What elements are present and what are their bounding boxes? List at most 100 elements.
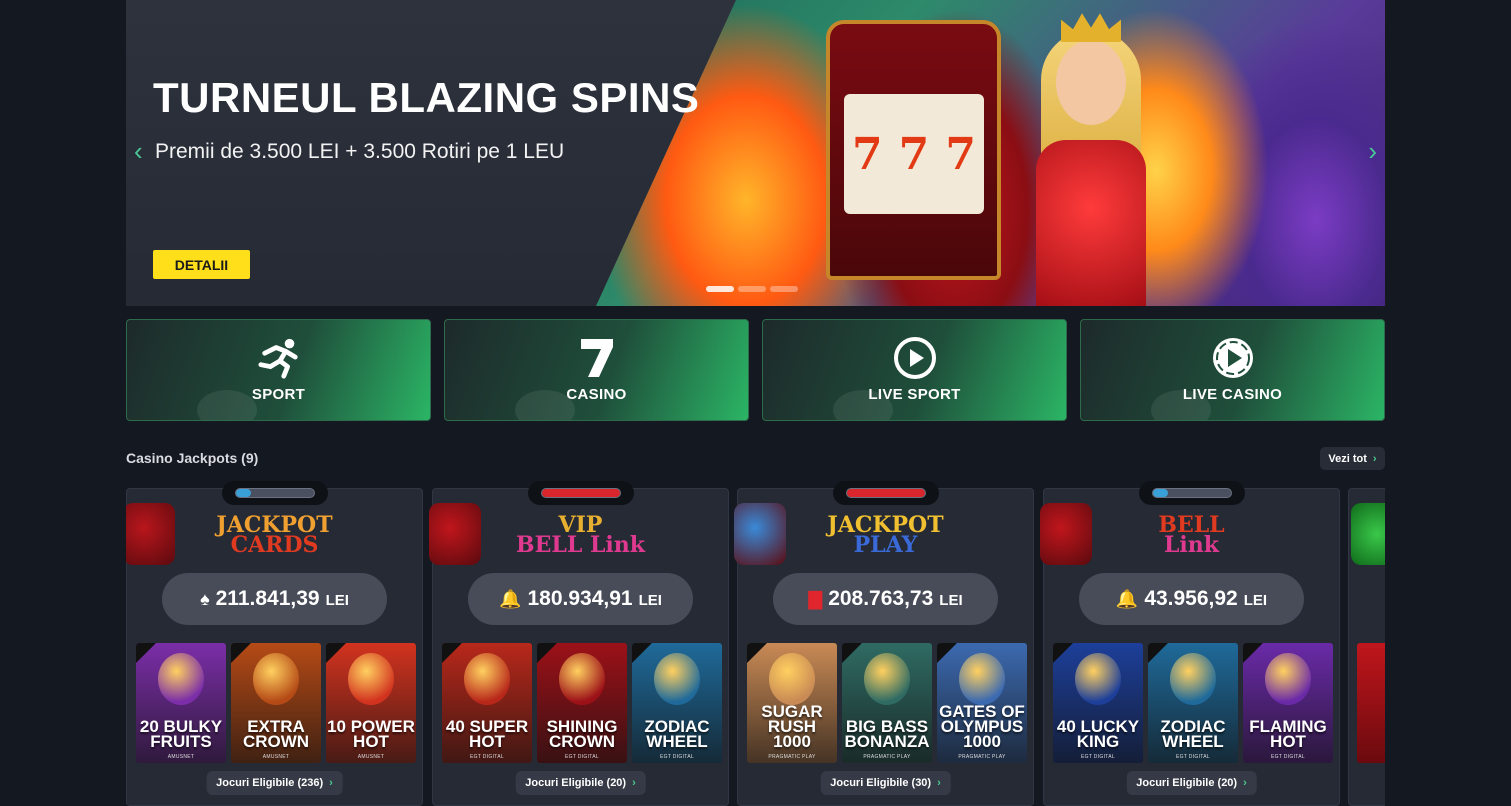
jackpot-card[interactable]: JACKPOT CARDS ♠ 211.841,39 LEI 20 BULKY … <box>126 481 423 806</box>
game-title: GATES OF OLYMPUS 1000 <box>939 702 1025 751</box>
game-art <box>253 653 299 705</box>
jackpot-currency: LEI <box>939 592 963 609</box>
game-provider: AMUSNET <box>357 754 385 760</box>
section-title: Casino Jackpots (9) <box>126 450 259 466</box>
category-sport[interactable]: SPORT <box>126 319 431 421</box>
play-icon <box>1211 336 1255 380</box>
see-all-button[interactable]: Vezi tot › <box>1320 447 1385 470</box>
game-provider: EGT DIGITAL <box>1081 754 1115 760</box>
eligible-games-label: Jocuri Eligibile (236) <box>216 777 324 789</box>
game-badge <box>136 643 156 663</box>
game-badge <box>1243 643 1263 663</box>
chevron-right-icon: › <box>632 777 636 789</box>
eligible-games-button[interactable]: Jocuri Eligibile (30) › <box>820 771 951 795</box>
game-badge <box>937 643 957 663</box>
game-title: 40 LUCKY KING <box>1056 717 1140 751</box>
eligible-games-button[interactable]: Jocuri Eligibile (236) › <box>206 771 343 795</box>
game-tile[interactable]: SUGAR RUSH 1000 PRAGMATIC PLAY <box>747 643 837 763</box>
game-tile[interactable]: 40 SUPER HOT EGT DIGITAL <box>442 643 532 763</box>
game-tile[interactable]: ZODIAC WHEEL EGT DIGITAL <box>632 643 722 763</box>
eligible-games-button[interactable]: Jocuri Eligibile (20) › <box>1126 771 1257 795</box>
jackpot-value: 208.763,73 <box>828 587 934 610</box>
category-label: LIVE CASINO <box>1182 386 1283 403</box>
game-provider: AMUSNET <box>167 754 195 760</box>
category-live-casino[interactable]: LIVE CASINO <box>1080 319 1385 421</box>
jackpot-currency: LEI <box>638 592 662 609</box>
jackpot-games: SUGAR RUSH 1000 PRAGMATIC PLAY BIG BASS … <box>747 643 1027 763</box>
spade-icon: ♠ <box>200 588 210 609</box>
game-tile[interactable]: GATES OF OLYMPUS 1000 PRAGMATIC PLAY <box>937 643 1027 763</box>
jackpot-card[interactable]: VIP BELL Link 🔔 180.934,91 LEI 40 SUPER … <box>429 481 729 806</box>
game-art <box>1170 653 1216 705</box>
hero-subtitle: Premii de 3.500 LEI + 3.500 Rotiri pe 1 … <box>155 140 565 163</box>
game-tile[interactable]: ZODIAC WHEEL EGT DIGITAL <box>1148 643 1238 763</box>
carousel-dots <box>706 286 798 292</box>
running-icon <box>257 336 301 380</box>
jackpot-amount: 🔔 43.956,92 LEI <box>1079 573 1304 625</box>
game-badge <box>231 643 251 663</box>
category-casino[interactable]: CASINO <box>444 319 749 421</box>
chevron-left-icon[interactable]: ‹ <box>134 136 143 167</box>
jackpot-games: 20 BULKY FRUITS AMUSNET EXTRA CROWN AMUS… <box>136 643 416 763</box>
chevron-right-icon: › <box>1372 452 1377 465</box>
game-tile[interactable] <box>1357 643 1385 763</box>
jackpot-games: 40 LUCKY KING EGT DIGITAL ZODIAC WHEEL E… <box>1053 643 1333 763</box>
game-art <box>464 653 510 705</box>
jackpot-carousel[interactable]: JACKPOT CARDS ♠ 211.841,39 LEI 20 BULKY … <box>126 478 1385 806</box>
bell-icon: 🔔 <box>1115 588 1139 609</box>
category-tiles: SPORT CASINO LIVE SPORT LIVE CASINO <box>126 319 1385 421</box>
game-title: 40 SUPER HOT <box>445 717 529 751</box>
game-art <box>158 653 204 705</box>
game-tile[interactable]: SHINING CROWN EGT DIGITAL <box>537 643 627 763</box>
game-badge <box>1148 643 1168 663</box>
game-title: SHINING CROWN <box>546 717 618 751</box>
eligible-games-label: Jocuri Eligibile (20) <box>1136 777 1238 789</box>
game-art <box>864 653 910 705</box>
eligible-games-button[interactable]: Jocuri Eligibile (20) › <box>515 771 646 795</box>
game-title: ZODIAC WHEEL <box>1160 717 1226 751</box>
chevron-right-icon: › <box>329 777 333 789</box>
game-provider: PRAGMATIC PLAY <box>768 754 816 760</box>
game-title: FLAMING HOT <box>1249 717 1327 751</box>
carousel-dot[interactable] <box>738 286 766 292</box>
game-tile[interactable]: EXTRA CROWN AMUSNET <box>231 643 321 763</box>
game-tile[interactable]: 10 POWER HOT AMUSNET <box>326 643 416 763</box>
category-label: SPORT <box>251 386 306 403</box>
game-tile[interactable]: 40 LUCKY KING EGT DIGITAL <box>1053 643 1143 763</box>
carousel-dot[interactable] <box>770 286 798 292</box>
game-art <box>654 653 700 705</box>
game-tile[interactable]: FLAMING HOT EGT DIGITAL <box>1243 643 1333 763</box>
jackpot-value: 43.956,92 <box>1144 587 1238 610</box>
carousel-dot[interactable] <box>706 286 734 292</box>
game-tile[interactable]: 20 BULKY FRUITS AMUSNET <box>136 643 226 763</box>
details-button[interactable]: DETALII <box>153 250 250 279</box>
game-badge <box>442 643 462 663</box>
jackpot-meter <box>221 481 328 505</box>
play-icon <box>893 336 937 380</box>
queen-character-image <box>1016 10 1166 306</box>
game-tile[interactable]: BIG BASS BONANZA PRAGMATIC PLAY <box>842 643 932 763</box>
chevron-right-icon[interactable]: › <box>1368 136 1377 167</box>
see-all-label: Vezi tot <box>1328 452 1367 465</box>
jackpot-card-peek[interactable] <box>1348 488 1385 806</box>
jackpot-card[interactable]: BELL Link 🔔 43.956,92 LEI 40 LUCKY KING … <box>1040 481 1340 806</box>
jackpot-card[interactable]: JACKPOT PLAY ▇ 208.763,73 LEI SUGAR RUSH… <box>734 481 1034 806</box>
jackpot-games: 40 SUPER HOT EGT DIGITAL SHINING CROWN E… <box>442 643 722 763</box>
category-label: LIVE SPORT <box>868 386 961 403</box>
jackpot-value: 211.841,39 <box>215 587 320 610</box>
category-label: CASINO <box>566 386 627 403</box>
game-provider: PRAGMATIC PLAY <box>863 754 911 760</box>
category-live-sport[interactable]: LIVE SPORT <box>762 319 1067 421</box>
game-title: 10 POWER HOT <box>327 717 415 751</box>
hero-title: TURNEUL BLAZING SPINS <box>153 74 700 121</box>
game-title: 20 BULKY FRUITS <box>139 717 223 751</box>
hero-banner[interactable]: 777 TURNEUL BLAZING SPINS Premii de 3.50… <box>126 0 1385 306</box>
seven-icon <box>575 336 619 380</box>
game-provider: EGT DIGITAL <box>1271 754 1305 760</box>
game-art <box>1265 653 1311 705</box>
bell-icon: 🔔 <box>499 588 522 609</box>
game-provider: EGT DIGITAL <box>660 754 694 760</box>
jackpot-logo: VIP BELL Link <box>515 512 646 558</box>
jackpot-currency: LEI <box>1243 592 1268 609</box>
game-provider: AMUSNET <box>262 754 290 760</box>
